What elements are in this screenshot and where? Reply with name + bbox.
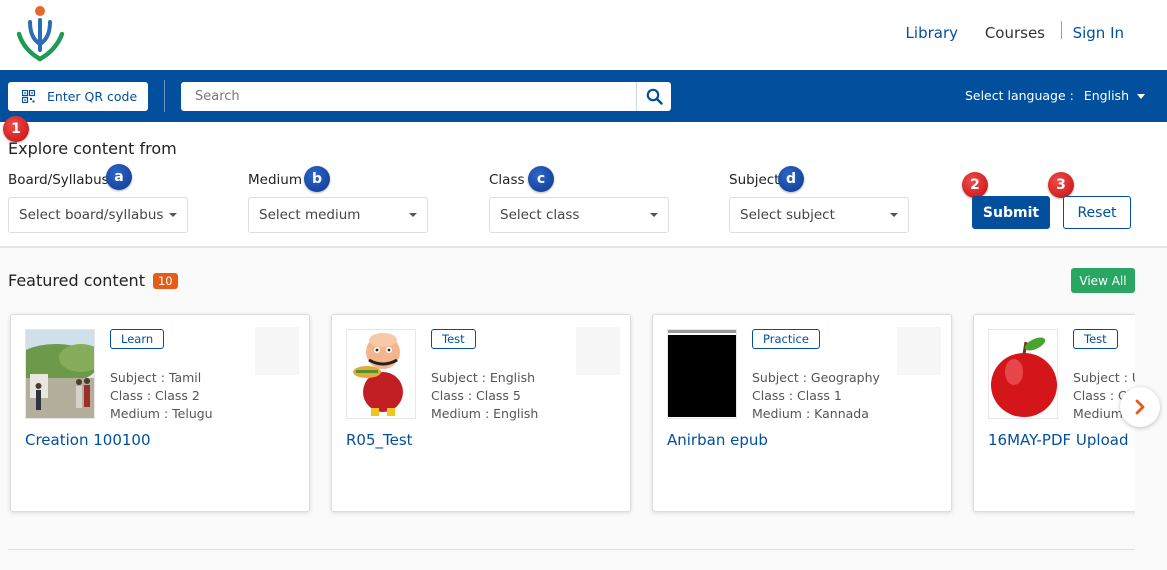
reset-button[interactable]: Reset [1063,196,1131,229]
card-subject: Subject : Geography [752,370,880,385]
medium-label: Medium [248,172,302,188]
class-select-value: Select class [500,207,580,223]
submit-button[interactable]: Submit [972,196,1050,229]
chevron-down-icon [169,213,177,217]
annotation-badge-a: a [106,164,132,190]
top-nav: Library Courses Sign In [0,21,1167,44]
card-title[interactable]: R05_Test [346,431,413,449]
card-placeholder [576,327,620,375]
class-label: Class [489,172,525,188]
medium-select-value: Select medium [259,207,361,223]
medium-select[interactable]: Select medium [248,197,428,233]
featured-title: Featured content [8,271,145,290]
card-title[interactable]: Anirban epub [667,431,768,449]
search-input[interactable] [181,82,636,111]
qr-button-label: Enter QR code [47,89,138,104]
bottom-divider [8,549,1135,550]
content-card[interactable]: Test Subject : English Class : Class 5 M… [331,314,631,512]
card-medium: Medium : English [431,406,539,421]
content-card[interactable]: Learn Subject : Tamil Class : Class 2 Me… [10,314,310,512]
card-meta: Subject : English Class : Class 5 Medium… [431,369,538,423]
card-placeholder [897,327,941,375]
chevron-right-icon [1135,399,1145,415]
subject-select[interactable]: Select subject [729,197,909,233]
search-button[interactable] [636,82,671,111]
card-thumbnail [667,329,737,419]
language-value: English [1083,88,1129,103]
explore-heading: Explore content from [8,139,177,158]
nav-courses-link[interactable]: Courses [985,24,1045,42]
chevron-down-icon [1137,94,1145,99]
view-all-button[interactable]: View All [1071,268,1135,293]
featured-count-badge: 10 [152,272,178,289]
subject-select-value: Select subject [740,207,835,223]
card-title[interactable]: 16MAY-PDF Upload [988,431,1128,449]
chevron-down-icon [409,213,417,217]
language-selector[interactable]: Select language : English [964,88,1145,103]
card-class: Class : Class 1 [752,388,842,403]
content-card[interactable]: Test Subject : U Class : Cl Medium : 16M… [973,314,1135,512]
card-subject: Subject : English [431,370,536,385]
board-select[interactable]: Select board/syllabus [8,197,188,233]
sign-in-link[interactable]: Sign In [1073,24,1124,42]
card-meta: Subject : Tamil Class : Class 2 Medium :… [110,369,213,423]
search-box [181,82,671,111]
nav-divider [1061,21,1062,39]
board-select-value: Select board/syllabus [19,207,164,223]
search-bar-strip: Enter QR code Select language : English [0,70,1167,122]
card-thumbnail [346,329,416,419]
subject-label: Subject [729,172,780,188]
bar-divider [164,80,165,112]
card-title[interactable]: Creation 100100 [25,431,151,449]
annotation-badge-b: b [304,166,330,192]
card-medium: Medium : Kannada [752,406,869,421]
content-type-tag: Learn [110,329,165,349]
featured-heading: Featured content 10 [8,271,178,290]
enter-qr-code-button[interactable]: Enter QR code [8,82,148,111]
qr-code-icon [21,89,36,104]
content-type-tag: Practice [752,329,820,349]
nav-library-link[interactable]: Library [906,24,958,42]
board-label: Board/Syllabus [8,172,109,188]
header: Library Courses Sign In [0,0,1167,70]
card-class: Class : Class 5 [431,388,521,403]
card-class: Class : Class 2 [110,388,200,403]
content-type-tag: Test [431,329,476,349]
chevron-down-icon [650,213,658,217]
card-medium: Medium : Telugu [110,406,213,421]
content-card[interactable]: Practice Subject : Geography Class : Cla… [652,314,952,512]
card-meta: Subject : Geography Class : Class 1 Medi… [752,369,880,423]
chevron-down-icon [890,213,898,217]
language-label: Select language : [964,88,1074,103]
annotation-badge-d: d [778,166,804,192]
class-select[interactable]: Select class [489,197,669,233]
card-subject: Subject : Tamil [110,370,202,385]
carousel-next-button[interactable] [1120,387,1160,427]
card-subject: Subject : U [1073,370,1135,385]
card-thumbnail [25,329,95,419]
card-placeholder [255,327,299,375]
search-icon [646,88,663,105]
content-type-tag: Test [1073,329,1118,349]
featured-carousel: Learn Subject : Tamil Class : Class 2 Me… [0,306,1135,526]
card-thumbnail [988,329,1058,419]
annotation-badge-3: 3 [1048,172,1074,198]
annotation-badge-c: c [528,166,554,192]
annotation-badge-2: 2 [962,172,988,198]
